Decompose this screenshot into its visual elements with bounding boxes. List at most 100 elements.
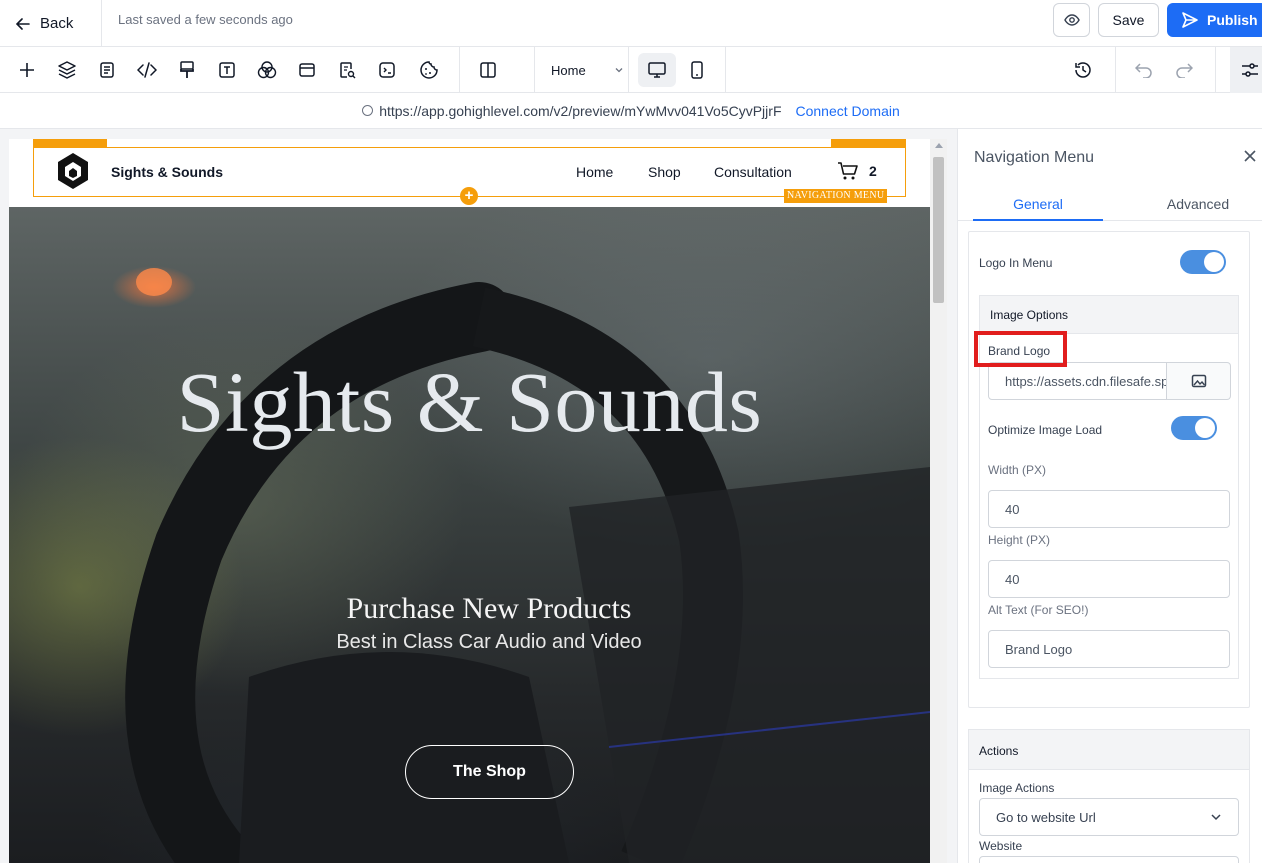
image-actions-label: Image Actions	[979, 781, 1055, 795]
terminal-icon	[379, 62, 395, 78]
pages-button[interactable]	[94, 57, 120, 83]
nav-link-home[interactable]: Home	[576, 164, 613, 180]
add-section-button[interactable]: +	[460, 187, 478, 205]
connect-domain-link[interactable]: Connect Domain	[796, 103, 900, 119]
nav-link-shop[interactable]: Shop	[648, 164, 681, 180]
width-label: Width (PX)	[988, 463, 1047, 477]
brand-logo-url-input[interactable]: https://assets.cdn.filesafe.space	[988, 362, 1167, 400]
text-button[interactable]	[214, 57, 240, 83]
layers-button[interactable]	[54, 57, 80, 83]
color-button[interactable]	[254, 57, 280, 83]
optimize-image-label: Optimize Image Load	[988, 423, 1103, 437]
toolbar-divider	[1215, 47, 1216, 93]
history-button[interactable]	[1070, 57, 1096, 83]
scroll-up-arrow[interactable]	[935, 143, 943, 148]
alt-text-input[interactable]: Brand Logo	[988, 630, 1230, 668]
tab-general[interactable]: General	[973, 187, 1103, 221]
scrollbar-thumb[interactable]	[933, 157, 944, 303]
page-select-value: Home	[551, 62, 586, 78]
publish-label: Publish	[1207, 12, 1258, 28]
layout-button[interactable]	[294, 57, 320, 83]
back-button[interactable]: Back	[0, 0, 102, 47]
seo-button[interactable]	[334, 57, 360, 83]
width-input[interactable]: 40	[988, 490, 1230, 528]
toolbar-divider	[459, 47, 460, 93]
element-type-label: NAVIGATION MENU	[784, 189, 888, 203]
cookie-icon	[420, 61, 438, 79]
nav-link-consultation[interactable]: Consultation	[714, 164, 792, 180]
actions-header: Actions	[969, 730, 1249, 770]
layers-icon	[58, 61, 76, 79]
terminal-button[interactable]	[374, 57, 400, 83]
element-actions[interactable]	[831, 139, 906, 147]
page-select[interactable]: Home	[535, 47, 628, 93]
split-view-button[interactable]	[475, 57, 501, 83]
redo-icon	[1176, 63, 1193, 78]
document-search-icon	[340, 62, 356, 79]
cart-icon	[838, 162, 858, 180]
paint-button[interactable]	[174, 57, 200, 83]
cart-button[interactable]: 2	[837, 161, 877, 181]
cart-count: 2	[869, 163, 877, 179]
logo-in-menu-label: Logo In Menu	[979, 256, 1053, 270]
preview-url[interactable]: https://app.gohighlevel.com/v2/preview/m…	[379, 103, 781, 119]
mobile-view-button[interactable]	[682, 53, 712, 87]
hero-tagline[interactable]: Best in Class Car Audio and Video	[9, 631, 930, 654]
clock-history-icon	[1075, 62, 1091, 78]
save-button[interactable]: Save	[1098, 3, 1159, 37]
settings-panel-button[interactable]	[1230, 47, 1262, 93]
code-icon	[137, 62, 157, 78]
back-label: Back	[40, 15, 74, 32]
logo-in-menu-toggle[interactable]	[1180, 250, 1226, 274]
hero-section[interactable]: Sights & Sounds Purchase New Products Be…	[9, 207, 930, 863]
annotation-highlight-box	[974, 331, 1067, 367]
brand-logo-icon[interactable]	[55, 151, 91, 191]
tab-advanced[interactable]: Advanced	[1133, 187, 1262, 221]
editor-canvas: Sights & Sounds Home Shop Consultation 2…	[0, 129, 957, 863]
chevron-down-icon	[615, 68, 623, 73]
height-input[interactable]: 40	[988, 560, 1230, 598]
element-toolbar[interactable]	[33, 139, 107, 147]
alt-text-label: Alt Text (For SEO!)	[988, 603, 1089, 617]
website-url-input[interactable]	[979, 856, 1239, 863]
paint-brush-icon	[180, 61, 194, 78]
cookie-button[interactable]	[416, 57, 442, 83]
monitor-icon	[648, 62, 666, 78]
image-icon	[1191, 374, 1206, 388]
code-button[interactable]	[134, 57, 160, 83]
optimize-image-toggle[interactable]	[1171, 416, 1217, 440]
preview-url-bar: https://app.gohighlevel.com/v2/preview/m…	[0, 93, 1262, 129]
save-status: Last saved a few seconds ago	[118, 12, 293, 27]
undo-button[interactable]	[1131, 57, 1157, 83]
image-options-header: Image Options	[980, 296, 1238, 334]
add-element-button[interactable]	[14, 57, 40, 83]
logo-settings-card: Logo In Menu Image Options Brand Logo ht…	[968, 231, 1250, 708]
preview-button[interactable]	[1053, 3, 1090, 37]
arrow-left-icon	[16, 17, 30, 30]
toolbar-divider	[725, 47, 726, 93]
color-circles-icon	[257, 61, 277, 79]
plus-icon	[20, 63, 34, 77]
text-icon	[219, 62, 235, 78]
actions-card: Actions Image Actions Go to website Url …	[968, 729, 1250, 863]
undo-icon	[1135, 63, 1152, 78]
chevron-down-icon	[1211, 814, 1221, 821]
height-label: Height (PX)	[988, 533, 1051, 547]
brand-name[interactable]: Sights & Sounds	[111, 164, 223, 180]
site-navigation[interactable]: Sights & Sounds Home Shop Consultation 2…	[9, 139, 930, 207]
redo-button[interactable]	[1171, 57, 1197, 83]
desktop-view-button[interactable]	[638, 53, 676, 87]
send-icon	[1182, 12, 1198, 28]
globe-icon	[362, 105, 374, 116]
publish-button[interactable]: Publish	[1167, 3, 1262, 37]
hero-subtitle[interactable]: Purchase New Products	[9, 592, 930, 626]
shop-cta-button[interactable]: The Shop	[405, 745, 574, 799]
hero-title[interactable]: Sights & Sounds	[9, 352, 930, 452]
toolbar-divider	[1115, 47, 1116, 93]
image-picker-button[interactable]	[1167, 362, 1231, 400]
site-preview: Sights & Sounds Home Shop Consultation 2…	[9, 139, 930, 863]
phone-icon	[691, 61, 703, 79]
close-icon[interactable]	[1242, 148, 1258, 164]
image-actions-select[interactable]: Go to website Url	[979, 798, 1239, 836]
panel-title: Navigation Menu	[974, 149, 1095, 166]
